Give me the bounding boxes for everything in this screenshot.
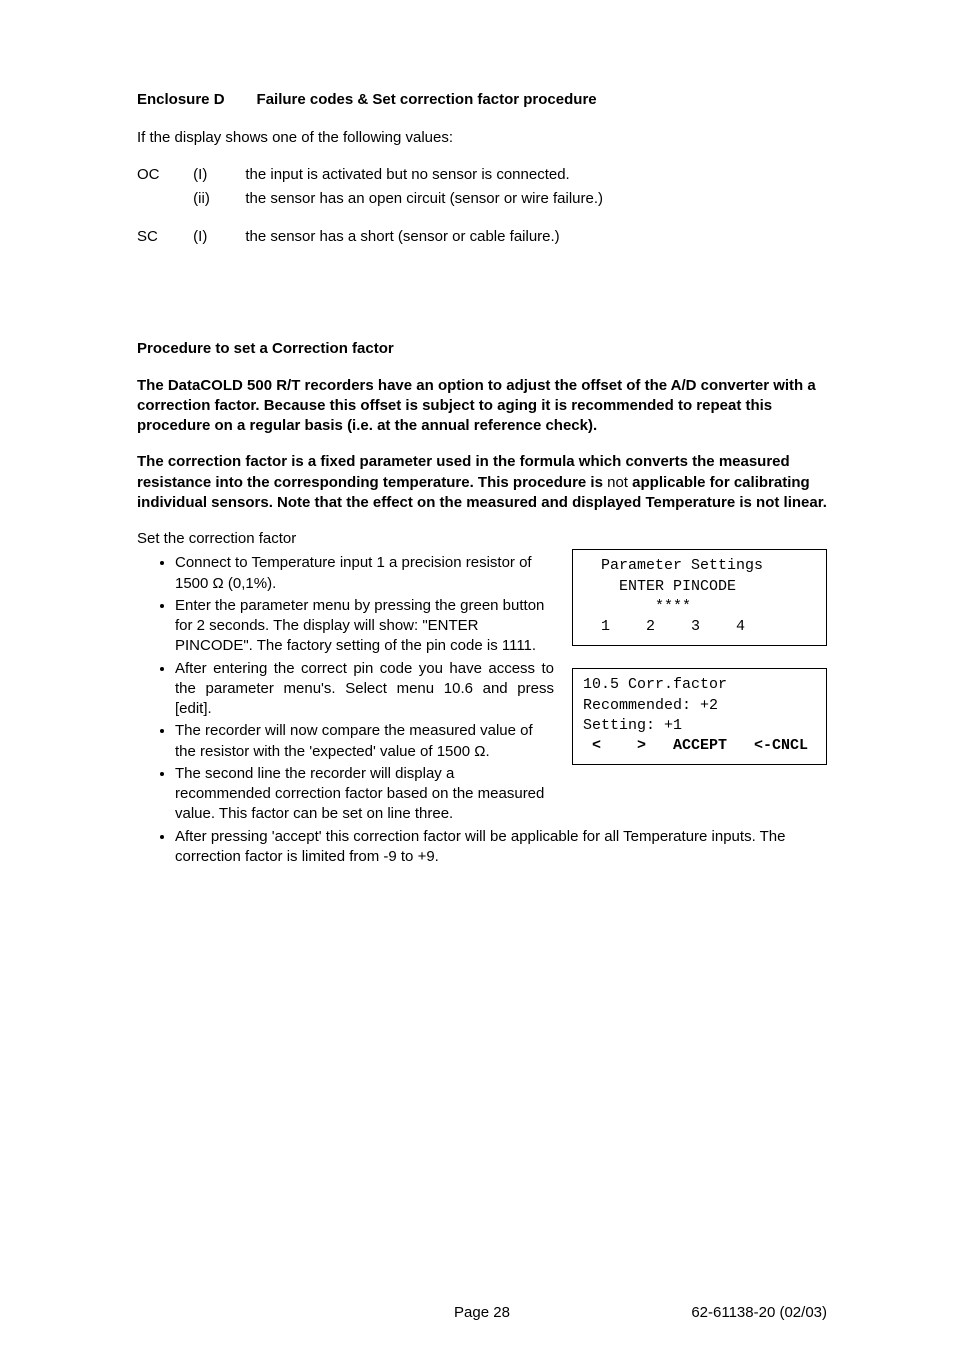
- display-panel-corrfactor: 10.5 Corr.factor Recommended: +2 Setting…: [572, 668, 827, 765]
- bullet-list: Connect to Temperature input 1 a precisi…: [137, 553, 554, 824]
- list-item: Enter the parameter menu by pressing the…: [175, 596, 554, 657]
- code-sc-roman-1: (I): [193, 227, 241, 247]
- code-oc-text-1: the input is activated but no sensor is …: [245, 165, 569, 185]
- footer-page-number: Page 28: [137, 1303, 827, 1323]
- list-item: After entering the correct pin code you …: [175, 659, 554, 720]
- codes-block: OC (I) the input is activated but no sen…: [137, 165, 827, 248]
- display-panel-pincode: Parameter Settings ENTER PINCODE **** 1 …: [572, 549, 827, 646]
- bullet-list-continued: After pressing 'accept' this correction …: [137, 827, 827, 868]
- list-item: The second line the recorder will displa…: [175, 764, 554, 825]
- paragraph-2: The correction factor is a fixed paramet…: [137, 452, 827, 513]
- code-sc-label: SC: [137, 227, 189, 247]
- paragraph-1: The DataCOLD 500 R/T recorders have an o…: [137, 376, 827, 437]
- code-oc-text-2: the sensor has an open circuit (sensor o…: [245, 189, 603, 209]
- list-item: Connect to Temperature input 1 a precisi…: [175, 553, 554, 594]
- intro-text: If the display shows one of the followin…: [137, 128, 827, 148]
- procedure-title: Procedure to set a Correction factor: [137, 339, 827, 359]
- list-item: After pressing 'accept' this correction …: [175, 827, 827, 868]
- code-oc-roman-2: (ii): [193, 189, 241, 209]
- code-oc-roman-1: (I): [193, 165, 241, 185]
- set-correction-title: Set the correction factor: [137, 529, 827, 549]
- code-sc-text-1: the sensor has a short (sensor or cable …: [245, 227, 559, 247]
- code-oc-label: OC: [137, 165, 189, 185]
- enclosure-label: Enclosure D: [137, 91, 225, 108]
- enclosure-heading: Enclosure D Failure codes & Set correctio…: [137, 90, 827, 110]
- enclosure-title: Failure codes & Set correction factor pr…: [257, 91, 597, 108]
- list-item: The recorder will now compare the measur…: [175, 721, 554, 762]
- page-footer: Page 28 62-61138-20 (02/03): [137, 1303, 827, 1323]
